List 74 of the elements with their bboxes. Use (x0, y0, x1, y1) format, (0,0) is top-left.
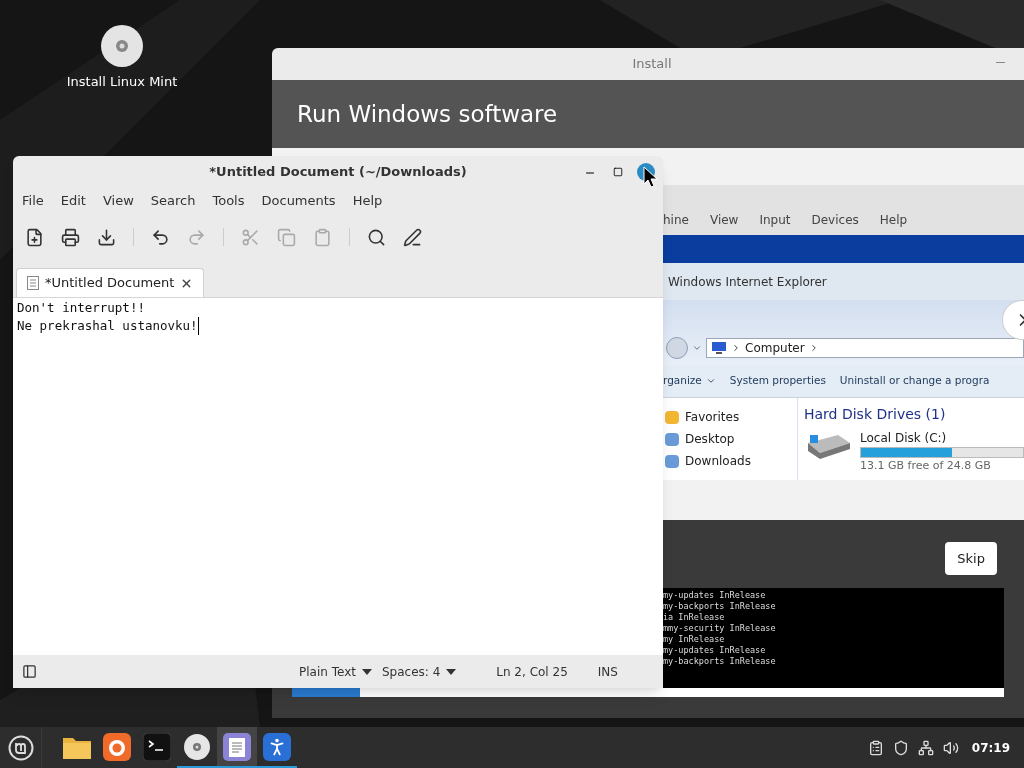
folder-icon (665, 454, 679, 468)
caret-icon (361, 668, 372, 675)
page-heading: Run Windows software (297, 99, 558, 129)
maximize-button[interactable] (613, 167, 623, 177)
insert-mode: INS (597, 663, 618, 681)
caret-icon (705, 376, 716, 386)
menu-item[interactable]: Input (759, 211, 791, 229)
menu-item[interactable]: Help (352, 191, 383, 211)
folder-icon (665, 432, 679, 446)
log-line: ia InRelease (663, 612, 726, 623)
computer-icon (711, 340, 727, 355)
nav-item[interactable]: Desktop (685, 430, 735, 448)
command-button[interactable]: rganize (663, 373, 716, 389)
pen-icon[interactable] (403, 227, 422, 247)
menu-item[interactable]: File (22, 191, 44, 211)
clock[interactable]: 07:19 (971, 738, 1010, 757)
desktop-icon-label: Install Linux Mint (66, 73, 178, 91)
document-tab[interactable]: *Untitled Document (16, 268, 205, 297)
volume-icon[interactable] (942, 739, 959, 756)
skip-button[interactable]: Skip (945, 542, 997, 575)
menu-item[interactable]: hine (663, 211, 689, 229)
download-icon[interactable] (97, 227, 116, 247)
network-icon[interactable] (917, 739, 934, 756)
fox-icon (103, 732, 131, 761)
document-icon (223, 732, 251, 761)
text-area[interactable]: Don't interrupt!! Ne prekrashal ustanovku! (13, 298, 663, 655)
clipboard-icon[interactable] (867, 739, 884, 756)
menu-item[interactable]: Edit (60, 191, 86, 211)
nav-item[interactable]: Downloads (685, 452, 751, 470)
menu-item[interactable]: Help (879, 211, 908, 229)
disc-icon (183, 732, 211, 761)
log-line: my InRelease (663, 634, 726, 645)
text-line: Don't interrupt!! (17, 299, 145, 317)
text-line: Ne prekrashal ustanovku! (17, 317, 199, 335)
shield-icon[interactable] (892, 739, 909, 756)
log-line: my-updates InRelease (663, 645, 767, 656)
mouse-cursor-icon (643, 166, 659, 188)
menu-item[interactable]: Tools (212, 191, 245, 211)
language-selector[interactable]: Plain Text (299, 662, 372, 681)
caret-icon (446, 668, 457, 675)
nav-item[interactable]: Favorites (685, 408, 740, 426)
printer-icon[interactable] (61, 227, 80, 247)
taskbar-app-button[interactable] (217, 727, 257, 768)
undo-icon[interactable] (151, 227, 170, 247)
log-line: my-backports InRelease (663, 601, 777, 612)
window-title: *Untitled Document (~/Downloads) (209, 163, 467, 182)
log-line: mmy-security InRelease (663, 623, 777, 634)
menu-item[interactable]: Devices (811, 211, 859, 229)
accessibility-icon (263, 732, 291, 761)
log-line: my-updates InRelease (663, 590, 767, 601)
mint-logo-icon (7, 734, 34, 761)
folder-icon (665, 410, 679, 424)
address-text: Computer (745, 339, 805, 357)
command-button[interactable]: Uninstall or change a progra (839, 373, 990, 389)
drive-name: Local Disk (C:) (860, 430, 948, 447)
window-title: Install (632, 55, 672, 74)
new-file-icon[interactable] (25, 227, 44, 247)
cursor-position: Ln 2, Col 25 (496, 663, 568, 681)
menu-item[interactable]: Search (150, 191, 196, 211)
menu-item[interactable]: Documents (261, 191, 336, 211)
disc-icon[interactable] (100, 24, 144, 68)
command-button[interactable]: System properties (729, 373, 826, 389)
address-bar[interactable]: Computer (706, 337, 1024, 358)
menu-item[interactable]: View (102, 191, 134, 211)
menu-item[interactable]: View (709, 211, 739, 229)
browser-title: Windows Internet Explorer (668, 273, 827, 291)
document-icon (27, 276, 39, 290)
search-icon[interactable] (367, 227, 386, 247)
sidebar-toggle-icon[interactable] (22, 664, 37, 679)
terminal-icon (143, 732, 171, 761)
log-line: my-backports InRelease (663, 656, 777, 667)
section-heading: Hard Disk Drives (1) (804, 405, 947, 424)
drive-free-space: 13.1 GB free of 24.8 GB (860, 458, 992, 474)
spaces-selector[interactable]: Spaces: 4 (381, 662, 457, 681)
